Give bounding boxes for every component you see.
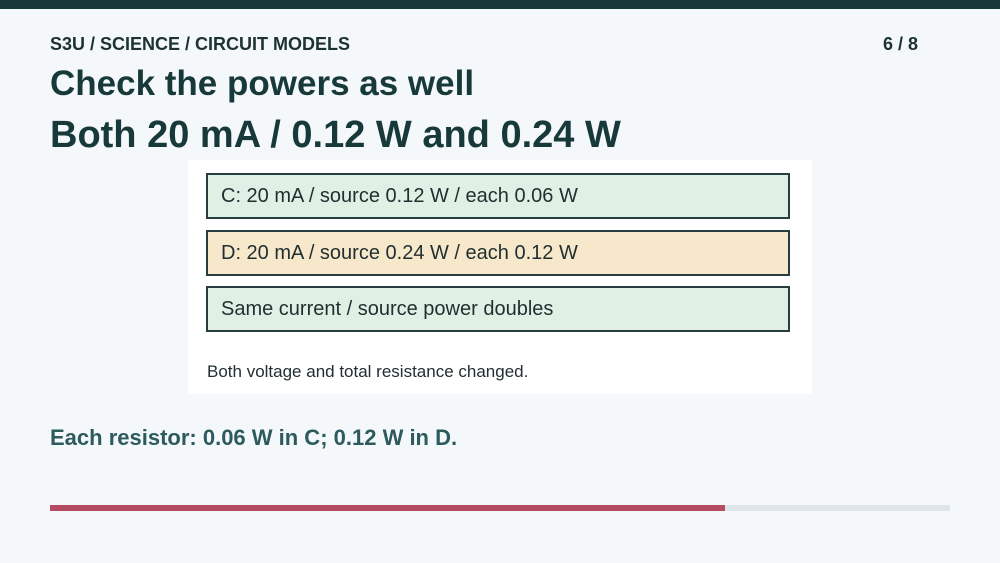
option-c[interactable]: C: 20 mA / source 0.12 W / each 0.06 W [206,173,790,219]
slide-subtitle: Both 20 mA / 0.12 W and 0.24 W [50,114,621,156]
slide-title: Check the powers as well [50,64,475,103]
card-note: Both voltage and total resistance change… [207,362,529,381]
option-summary[interactable]: Same current / source power doubles [206,286,790,332]
conclusion-text: Each resistor: 0.06 W in C; 0.12 W in D. [50,425,458,450]
breadcrumb: S3U / SCIENCE / CIRCUIT MODELS [50,34,351,54]
page-counter: 6 / 8 [882,34,918,54]
progress-bar [50,505,950,511]
top-bar [0,0,1000,9]
progress-bar-fill [50,505,725,511]
options-card: C: 20 mA / source 0.12 W / each 0.06 W D… [188,160,812,394]
option-d[interactable]: D: 20 mA / source 0.24 W / each 0.12 W [206,230,790,276]
